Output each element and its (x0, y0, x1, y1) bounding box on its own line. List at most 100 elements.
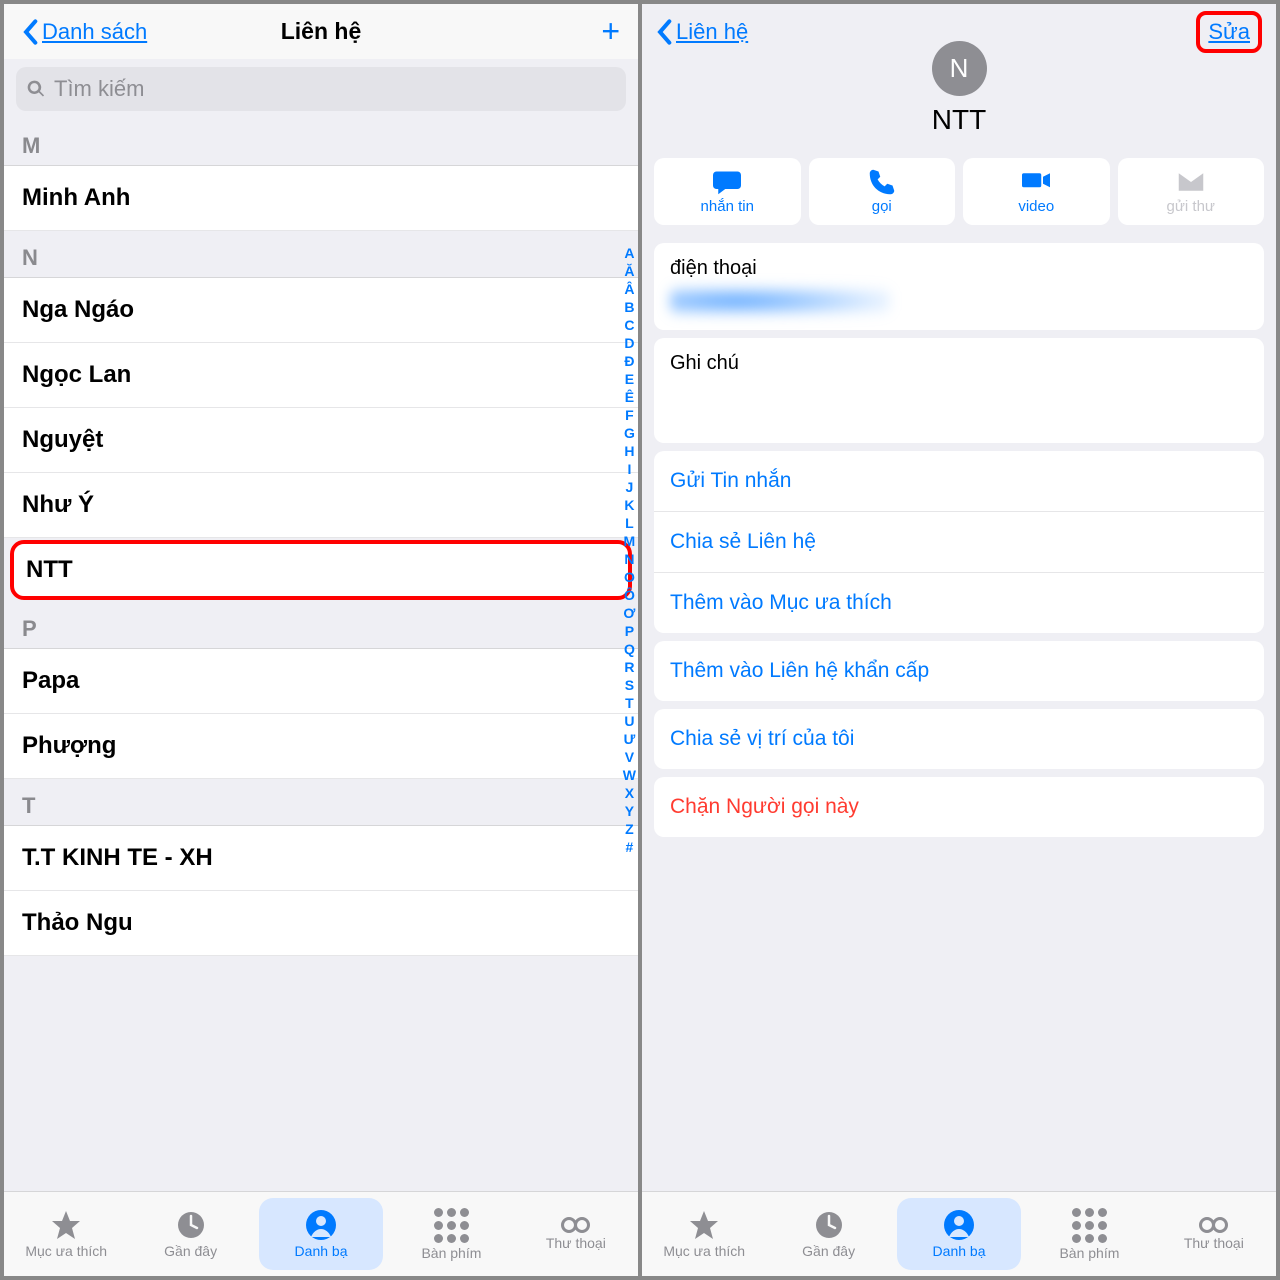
index-letter[interactable]: Ă (624, 262, 634, 280)
index-letter[interactable]: N (624, 550, 634, 568)
contact-row[interactable]: Thảo Ngu (4, 891, 638, 956)
keypad-icon (434, 1208, 469, 1243)
index-letter[interactable]: D (624, 334, 634, 352)
tab-1[interactable]: Gần đây (766, 1192, 890, 1276)
tab-4[interactable]: Thư thoại (1152, 1192, 1276, 1276)
search-placeholder: Tìm kiếm (54, 76, 144, 102)
video-action-button[interactable]: video (963, 158, 1110, 225)
index-letter[interactable]: G (624, 424, 635, 442)
tab-1[interactable]: Gần đây (128, 1192, 252, 1276)
option-item[interactable]: Chia sẻ vị trí của tôi (654, 709, 1264, 769)
alphabet-index[interactable]: AĂÂBCDĐEÊFGHIJKLMNOÔƠPQRSTUƯVWXYZ# (623, 244, 636, 856)
contact-row[interactable]: Như Ý (4, 473, 638, 538)
index-letter[interactable]: Q (624, 640, 635, 658)
index-letter[interactable]: Ư (624, 730, 636, 748)
tab-label: Mục ưa thích (25, 1243, 107, 1259)
index-letter[interactable]: R (624, 658, 634, 676)
tab-label: Gần đây (802, 1243, 855, 1259)
index-letter[interactable]: P (625, 622, 634, 640)
index-letter[interactable]: V (625, 748, 634, 766)
back-label: Danh sách (42, 19, 147, 45)
phone-icon (866, 168, 898, 196)
contact-row[interactable]: Minh Anh (4, 166, 638, 231)
contact-row[interactable]: Nga Ngáo (4, 278, 638, 343)
tab-3[interactable]: Bàn phím (389, 1192, 513, 1276)
index-letter[interactable]: Y (625, 802, 634, 820)
voicemail-icon (561, 1217, 590, 1233)
contact-row[interactable]: T.T KINH TE - XH (4, 826, 638, 891)
index-letter[interactable]: B (624, 298, 634, 316)
voicemail-icon (1199, 1217, 1228, 1233)
index-letter[interactable]: S (625, 676, 634, 694)
index-letter[interactable]: W (623, 766, 636, 784)
section-header: T (4, 779, 638, 826)
option-item[interactable]: Gửi Tin nhắn (654, 451, 1264, 512)
index-letter[interactable]: H (624, 442, 634, 460)
tab-label: Gần đây (164, 1243, 217, 1259)
index-letter[interactable]: J (625, 478, 633, 496)
index-letter[interactable]: Â (624, 280, 634, 298)
index-letter[interactable]: K (624, 496, 634, 514)
index-letter[interactable]: I (627, 460, 631, 478)
index-letter[interactable]: M (624, 532, 636, 550)
option-item[interactable]: Thêm vào Mục ưa thích (654, 573, 1264, 633)
option-item[interactable]: Chia sẻ Liên hệ (654, 512, 1264, 573)
contact-list[interactable]: M Minh Anh N Nga NgáoNgọc LanNguyệtNhư ÝNTT… (4, 119, 638, 1191)
contact-row[interactable]: NTT (10, 540, 632, 600)
avatar: N (932, 41, 987, 96)
index-letter[interactable]: U (624, 712, 634, 730)
video-icon (1020, 168, 1052, 196)
keypad-icon (1072, 1208, 1107, 1243)
tab-label: Thư thoại (1184, 1235, 1244, 1251)
index-letter[interactable]: Ơ (623, 604, 635, 622)
index-letter[interactable]: # (625, 838, 633, 856)
index-letter[interactable]: Đ (624, 352, 634, 370)
index-letter[interactable]: Z (625, 820, 634, 838)
add-contact-button[interactable]: + (601, 13, 620, 50)
detail-header: Liên hệ Sửa N NTT (642, 4, 1276, 148)
edit-button[interactable]: Sửa (1208, 19, 1250, 44)
tab-2[interactable]: Danh bạ (259, 1198, 383, 1270)
back-button[interactable]: Danh sách (22, 18, 147, 46)
clock-icon (175, 1209, 207, 1241)
message-action-button[interactable]: nhắn tin (654, 158, 801, 225)
index-letter[interactable]: L (625, 514, 634, 532)
search-input[interactable]: Tìm kiếm (16, 67, 626, 111)
index-letter[interactable]: Ê (625, 388, 634, 406)
tab-3[interactable]: Bàn phím (1027, 1192, 1151, 1276)
notes-card[interactable]: Ghi chú (654, 338, 1264, 443)
back-button[interactable]: Liên hệ (656, 18, 748, 46)
tab-label: Danh bạ (933, 1243, 986, 1259)
option-item[interactable]: Chặn Người gọi này (654, 777, 1264, 837)
tab-2[interactable]: Danh bạ (897, 1198, 1021, 1270)
message-icon (711, 168, 743, 196)
chevron-left-icon (656, 18, 672, 46)
back-label: Liên hệ (676, 19, 748, 45)
index-letter[interactable]: C (624, 316, 634, 334)
contact-detail-screen: Liên hệ Sửa N NTT nhắn tingọivideogửi th… (642, 4, 1276, 1276)
contact-row[interactable]: Nguyệt (4, 408, 638, 473)
index-letter[interactable]: A (624, 244, 634, 262)
tab-label: Bàn phím (421, 1245, 481, 1261)
index-letter[interactable]: X (625, 784, 634, 802)
index-letter[interactable]: Ô (624, 586, 635, 604)
tab-4[interactable]: Thư thoại (514, 1192, 638, 1276)
option-item[interactable]: Thêm vào Liên hệ khẩn cấp (654, 641, 1264, 701)
action-label: gọi (872, 198, 892, 215)
phone-action-button[interactable]: gọi (809, 158, 956, 225)
option-group-d: Chặn Người gọi này (654, 777, 1264, 837)
index-letter[interactable]: E (625, 370, 634, 388)
contact-row[interactable]: Phượng (4, 714, 638, 779)
phone-card[interactable]: điện thoại (654, 243, 1264, 330)
page-title: Liên hệ (281, 18, 362, 45)
tab-0[interactable]: Mục ưa thích (4, 1192, 128, 1276)
action-row: nhắn tingọivideogửi thư (642, 148, 1276, 235)
contact-row[interactable]: Ngọc Lan (4, 343, 638, 408)
edit-highlight: Sửa (1196, 11, 1262, 53)
tab-0[interactable]: Mục ưa thích (642, 1192, 766, 1276)
index-letter[interactable]: F (625, 406, 634, 424)
index-letter[interactable]: T (625, 694, 634, 712)
contact-row[interactable]: Papa (4, 649, 638, 714)
index-letter[interactable]: O (624, 568, 635, 586)
phone-number-blurred (670, 286, 890, 316)
